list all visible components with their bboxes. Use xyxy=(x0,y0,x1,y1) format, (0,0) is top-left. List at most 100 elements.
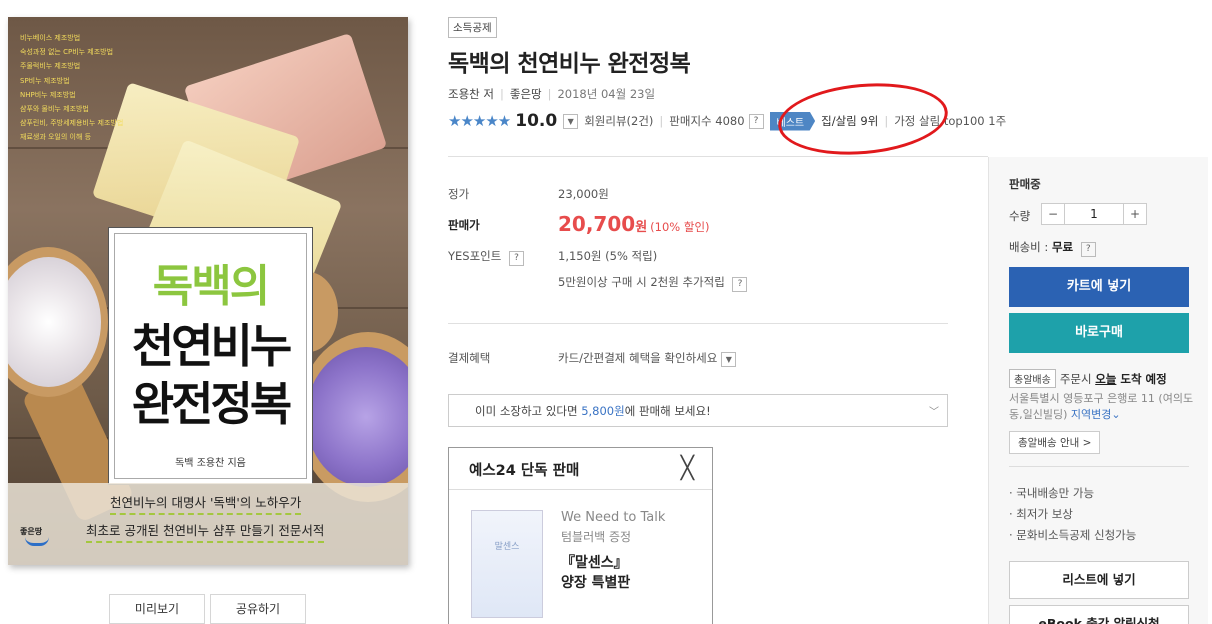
points-value: 1,150원 (5% 적립) xyxy=(558,249,658,263)
sale-price-unit: 원 xyxy=(635,220,648,235)
bonus-points: 5만원이상 구매 시 2천원 추가적립 ? xyxy=(558,274,748,292)
discount-rate: (10% 할인) xyxy=(650,220,710,234)
promo-line4[interactable]: 양장 특별판 xyxy=(561,572,630,592)
divider: | xyxy=(659,114,664,128)
chevron-down-icon: ⌄ xyxy=(1111,408,1121,421)
add-to-list-button[interactable]: 리스트에 넣기 xyxy=(1009,561,1189,599)
delivery-pre: 주문시 xyxy=(1059,372,1096,386)
shipping-fee: 배송비 : 무료 ? xyxy=(1009,239,1096,257)
cover-bullet: NHP비누 제조방법 xyxy=(20,90,76,99)
service-notes: · 국내배송만 가능 · 최저가 보상 · 문화비소득공제 신청가능 xyxy=(1009,483,1136,546)
sale-price-value: 20,700 xyxy=(558,212,636,236)
points-label-row: YES포인트 ? xyxy=(448,248,524,266)
author-link[interactable]: 조용찬 저 xyxy=(448,87,494,101)
publisher-link[interactable]: 좋은땅 xyxy=(510,87,542,101)
express-delivery-badge: 총알배송 xyxy=(1009,369,1056,388)
payment-benefit: 카드/간편결제 혜택을 확인하세요 ▼ xyxy=(558,350,737,367)
divider: | xyxy=(499,87,504,101)
cover-tagline-1: 천연비누의 대명사 '독백'의 노하우가 xyxy=(110,492,302,515)
points-label: YES포인트 xyxy=(448,249,502,263)
quantity-label: 수량 xyxy=(1009,209,1031,223)
shipping-label: 배송비 : xyxy=(1009,240,1052,254)
help-icon[interactable]: ? xyxy=(509,251,524,266)
thumbnail-title: 말센스 xyxy=(494,542,520,552)
shipping-value: 무료 xyxy=(1051,240,1074,254)
note-culture-deduction[interactable]: · 문화비소득공제 신청가능 xyxy=(1009,525,1136,546)
promo-line3[interactable]: 『말센스』 xyxy=(561,552,628,572)
cover-bullet: SP비누 제조방법 xyxy=(20,76,70,85)
sale-status: 판매중 xyxy=(1009,177,1041,191)
cover-title-box: 독백의 천연비누 완전정복 독백 조용찬 지음 xyxy=(108,227,313,485)
cover-bullet: 샴푸린비, 주방세제용비누 제조방법 xyxy=(20,119,124,128)
cover-bottom-band: 좋은땅 천연비누의 대명사 '독백'의 노하우가 최초로 공개된 천연비누 샴푸… xyxy=(8,483,408,565)
help-icon[interactable]: ? xyxy=(748,113,764,129)
delivery-info-button[interactable]: 총알배송 안내 > xyxy=(1009,431,1101,454)
chevron-down-icon: ﹀ xyxy=(929,407,939,418)
chevron-down-icon[interactable]: ▼ xyxy=(721,352,737,367)
quantity-stepper: − 1 + xyxy=(1041,203,1147,225)
panel-divider xyxy=(1009,466,1189,467)
publish-date: 2018년 04월 23일 xyxy=(557,87,656,101)
exclusive-header: 예스24 단독 판매 ╳ xyxy=(449,448,712,490)
cover-bullet-list: 비누베이스 제조방법 숙성과정 없는 CP비누 제조방법 주물럭비누 제조방법 … xyxy=(20,31,170,145)
sale-price-label: 판매가 xyxy=(448,218,480,232)
note-lowest-price[interactable]: · 최저가 보상 xyxy=(1009,504,1136,525)
cover-bullet: 재료생과 오일의 이해 등 xyxy=(20,133,92,142)
minus-button[interactable]: − xyxy=(1041,203,1065,225)
star-rating-icon: ★★★★★ xyxy=(448,112,511,130)
help-icon[interactable]: ? xyxy=(732,277,748,292)
product-meta: 조용찬 저 | 좋은땅 | 2018년 04월 23일 xyxy=(448,86,655,102)
publisher-logo-smile xyxy=(25,537,49,546)
preview-button[interactable]: 미리보기 xyxy=(109,594,205,624)
promo-line1: We Need to Talk xyxy=(561,510,666,525)
add-to-cart-button[interactable]: 카트에 넣기 xyxy=(1009,267,1189,307)
quantity-input[interactable]: 1 xyxy=(1065,203,1123,225)
delivery-eta: 도착 예정 xyxy=(1116,372,1167,386)
publisher-logo-text: 좋은땅 xyxy=(20,527,43,536)
buy-now-button[interactable]: 바로구매 xyxy=(1009,313,1189,353)
publisher-logo: 좋은땅 xyxy=(20,523,60,549)
help-icon[interactable]: ? xyxy=(1080,242,1096,257)
section-divider xyxy=(448,156,988,157)
plus-button[interactable]: + xyxy=(1123,203,1147,225)
sell-amount: 5,800원 xyxy=(581,404,625,418)
cover-bullet: 숙성과정 없는 CP비누 제조방법 xyxy=(20,48,114,57)
sales-index: 판매지수 4080 xyxy=(669,114,745,128)
cover-title-line3: 완전정복 xyxy=(131,377,292,431)
note-domestic: · 국내배송만 가능 xyxy=(1009,486,1095,500)
delivery-address: 서울특별시 영등포구 은행로 11 (여의도동,일신빌딩) 지역변경⌄ xyxy=(1009,391,1199,423)
product-title: 독백의 천연비누 완전정복 xyxy=(448,51,691,77)
category-tag[interactable]: 소득공제 xyxy=(448,17,497,38)
divider: | xyxy=(547,87,552,101)
sell-used-text: 이미 소장하고 있다면 5,800원에 판매해 보세요! xyxy=(475,403,711,419)
delivery-today: 오늘 xyxy=(1095,372,1117,386)
close-icon[interactable]: ╳ xyxy=(681,456,694,481)
cover-tagline-2: 최초로 공개된 천연비누 샴푸 만들기 전문서적 xyxy=(86,520,325,543)
promo-line2: 텀블러백 증정 xyxy=(561,530,632,544)
change-region-link[interactable]: 지역변경⌄ xyxy=(1071,408,1121,421)
rating-score: 10.0 xyxy=(515,111,558,131)
chevron-down-icon[interactable]: ▼ xyxy=(563,113,579,129)
sell-used-banner[interactable]: 이미 소장하고 있다면 5,800원에 판매해 보세요! ﹀ xyxy=(448,394,948,427)
exclusive-promo-box: 예스24 단독 판매 ╳ 말센스 We Need to Talk 텀블러백 증정… xyxy=(448,447,713,624)
delivery-estimate: 총알배송 주문시 오늘 도착 예정 xyxy=(1009,369,1167,388)
ebook-alert-button[interactable]: eBook 출간 알림신청 xyxy=(1009,605,1189,624)
purchase-panel: 판매중 수량 − 1 + 배송비 : 무료 ? 카트에 넣기 바로구매 총알배송… xyxy=(988,157,1208,624)
promo-book-thumbnail[interactable]: 말센스 xyxy=(471,510,543,618)
cover-bullet: 비누베이스 제조방법 xyxy=(20,34,81,42)
cover-author: 독백 조용찬 지음 xyxy=(175,458,246,469)
cover-bullet: 주물럭비누 제조방법 xyxy=(20,62,81,71)
share-button[interactable]: 공유하기 xyxy=(210,594,306,624)
review-link[interactable]: 회원리뷰(2건) xyxy=(584,113,653,129)
cover-title-line2: 천연비누 xyxy=(131,319,292,373)
section-divider xyxy=(448,323,948,324)
cover-title-line1: 독백의 xyxy=(152,261,270,312)
sell-suffix: 에 판매해 보세요! xyxy=(624,404,711,418)
book-cover-image[interactable]: 비누베이스 제조방법 숙성과정 없는 CP비누 제조방법 주물럭비누 제조방법 … xyxy=(8,17,408,565)
sale-price: 20,700원 (10% 할인) xyxy=(558,212,710,236)
list-price: 23,000원 xyxy=(558,187,609,201)
list-price-label: 정가 xyxy=(448,187,470,201)
sell-prefix: 이미 소장하고 있다면 xyxy=(475,404,582,418)
payment-label: 결제혜택 xyxy=(448,351,491,365)
red-annotation-circle xyxy=(775,76,951,162)
